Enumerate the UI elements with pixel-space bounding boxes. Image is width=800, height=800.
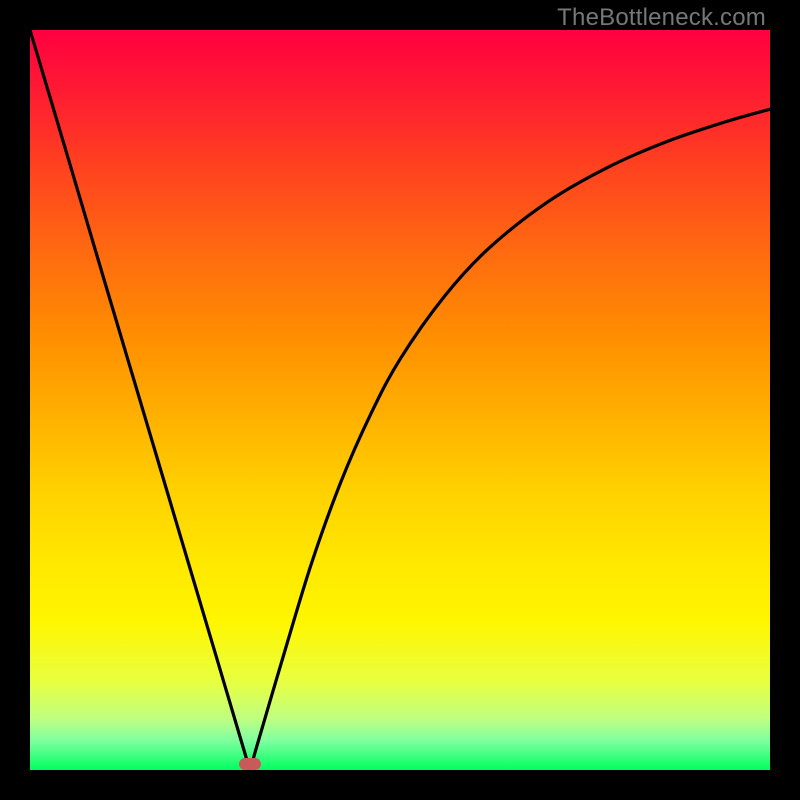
chart-frame: TheBottleneck.com (0, 0, 800, 800)
optimal-marker (239, 758, 261, 770)
watermark-text: TheBottleneck.com (557, 4, 766, 32)
bottleneck-curve (30, 30, 770, 770)
plot-area (30, 30, 770, 770)
